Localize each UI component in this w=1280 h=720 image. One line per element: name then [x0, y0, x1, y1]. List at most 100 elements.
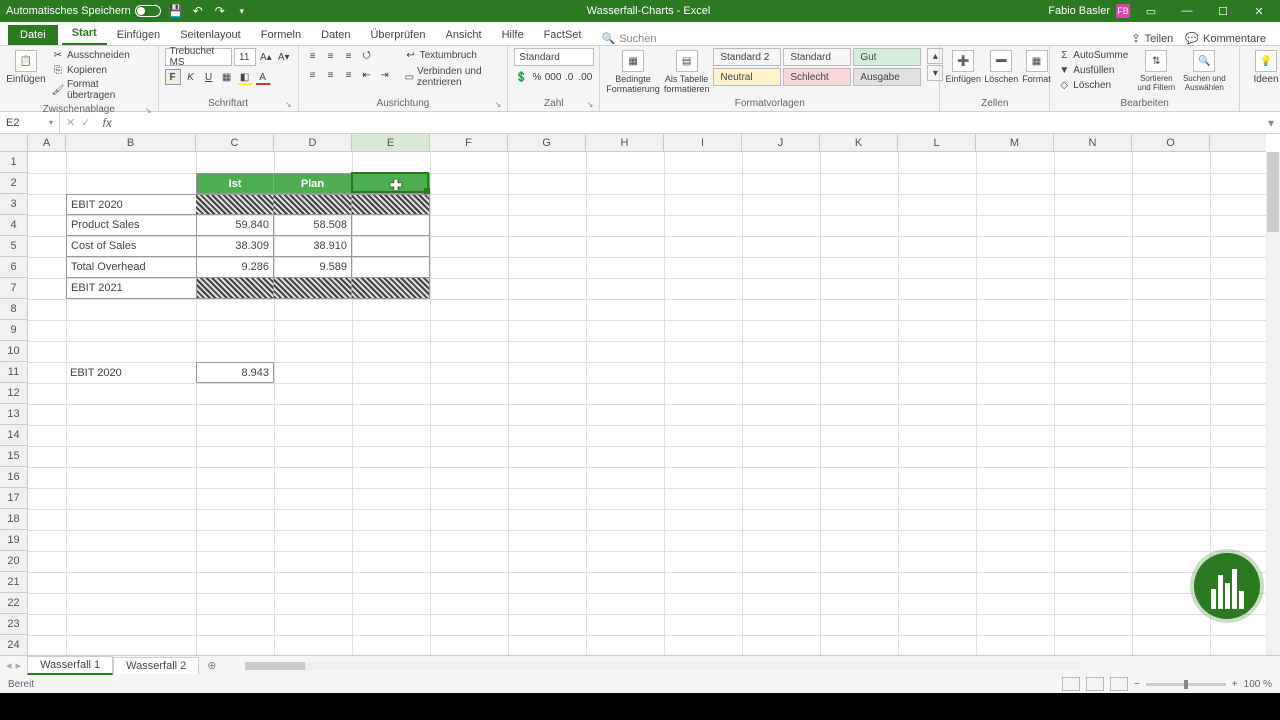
val-c6[interactable]: 9.286	[196, 257, 274, 278]
tab-data[interactable]: Daten	[311, 25, 360, 45]
style-standard[interactable]: Standard	[783, 48, 851, 66]
header-ist[interactable]: Ist	[196, 173, 274, 194]
select-all-corner[interactable]	[0, 134, 28, 152]
val-d4[interactable]: 58.508	[274, 215, 352, 236]
tab-start[interactable]: Start	[62, 23, 107, 45]
font-name-select[interactable]: Trebuchet MS	[165, 48, 232, 66]
row-header-2[interactable]: 2	[0, 173, 27, 194]
align-left-icon[interactable]: ≡	[305, 67, 321, 83]
val-d5[interactable]: 38.910	[274, 236, 352, 257]
comments-button[interactable]: 💬 Kommentare	[1185, 32, 1266, 45]
horizontal-scrollbar[interactable]	[245, 662, 1081, 670]
maximize-icon[interactable]: ☐	[1208, 0, 1238, 22]
row-header-21[interactable]: 21	[0, 572, 27, 593]
style-gut[interactable]: Gut	[853, 48, 921, 66]
accounting-format-icon[interactable]: 💲	[514, 69, 528, 85]
style-standard2[interactable]: Standard 2	[713, 48, 781, 66]
align-top-icon[interactable]: ≡	[305, 48, 321, 64]
row-header-14[interactable]: 14	[0, 425, 27, 446]
hatch[interactable]	[352, 278, 430, 299]
indent-increase-icon[interactable]: ⇥	[377, 67, 393, 83]
style-schlecht[interactable]: Schlecht	[783, 68, 851, 86]
hatch[interactable]	[196, 278, 274, 299]
wrap-text-button[interactable]: ↩Textumbruch	[403, 48, 502, 62]
normal-view-icon[interactable]	[1062, 677, 1080, 691]
indent-decrease-icon[interactable]: ⇤	[359, 67, 375, 83]
row-header-19[interactable]: 19	[0, 530, 27, 551]
col-header-O[interactable]: O	[1132, 134, 1210, 151]
val-c4[interactable]: 59.840	[196, 215, 274, 236]
fx-icon[interactable]: fx	[96, 116, 117, 130]
sheet-tab-1[interactable]: Wasserfall 2	[113, 657, 199, 674]
col-header-N[interactable]: N	[1054, 134, 1132, 151]
align-middle-icon[interactable]: ≡	[323, 48, 339, 64]
hatch[interactable]	[274, 194, 352, 215]
style-ausgabe[interactable]: Ausgabe	[853, 68, 921, 86]
label-ebit2021[interactable]: EBIT 2021	[66, 278, 196, 299]
tab-page-layout[interactable]: Seitenlayout	[170, 25, 251, 45]
user-name[interactable]: Fabio Basler	[1048, 5, 1110, 17]
style-neutral[interactable]: Neutral	[713, 68, 781, 86]
hatch[interactable]	[352, 194, 430, 215]
add-sheet-button[interactable]: ⊕	[199, 659, 224, 672]
col-header-H[interactable]: H	[586, 134, 664, 151]
cut-button[interactable]: ✂Ausschneiden	[50, 48, 152, 62]
format-as-table-button[interactable]: ▤Als Tabelle formatieren	[664, 48, 710, 94]
percent-format-icon[interactable]: %	[531, 69, 543, 85]
col-header-F[interactable]: F	[430, 134, 508, 151]
tab-formulas[interactable]: Formeln	[251, 25, 311, 45]
header-plan[interactable]: Plan	[274, 173, 352, 194]
row-header-24[interactable]: 24	[0, 635, 27, 655]
row-header-9[interactable]: 9	[0, 320, 27, 341]
col-header-I[interactable]: I	[664, 134, 742, 151]
row-header-11[interactable]: 11	[0, 362, 27, 383]
dialog-launcher-icon[interactable]: ↘	[145, 106, 152, 115]
align-right-icon[interactable]: ≡	[341, 67, 357, 83]
vertical-scrollbar[interactable]	[1266, 152, 1280, 655]
page-layout-view-icon[interactable]	[1086, 677, 1104, 691]
row-header-16[interactable]: 16	[0, 467, 27, 488]
dialog-launcher-icon[interactable]: ↘	[587, 100, 594, 109]
increase-font-icon[interactable]: A▴	[258, 49, 274, 65]
fill-button[interactable]: ▼Ausfüllen	[1056, 63, 1130, 77]
row-header-12[interactable]: 12	[0, 383, 27, 404]
row-header-1[interactable]: 1	[0, 152, 27, 173]
align-bottom-icon[interactable]: ≡	[341, 48, 357, 64]
number-format-select[interactable]: Standard	[514, 48, 594, 66]
decrease-decimal-icon[interactable]: .00	[577, 69, 593, 85]
expand-formula-bar-icon[interactable]: ▾	[1262, 116, 1280, 130]
val-c11[interactable]: 8.943	[196, 362, 274, 383]
delete-cells-button[interactable]: ➖Löschen	[984, 48, 1018, 84]
minimize-icon[interactable]: —	[1172, 0, 1202, 22]
font-color-button[interactable]: A	[255, 69, 271, 85]
col-header-M[interactable]: M	[976, 134, 1054, 151]
comma-format-icon[interactable]: 000	[545, 69, 561, 85]
row-header-20[interactable]: 20	[0, 551, 27, 572]
row-header-4[interactable]: 4	[0, 215, 27, 236]
dialog-launcher-icon[interactable]: ↘	[285, 100, 292, 109]
increase-decimal-icon[interactable]: .0	[563, 69, 575, 85]
row-header-6[interactable]: 6	[0, 257, 27, 278]
spreadsheet-grid[interactable]: ABCDEFGHIJKLMNO 123456789101112131415161…	[0, 134, 1280, 655]
row-header-5[interactable]: 5	[0, 236, 27, 257]
col-header-C[interactable]: C	[196, 134, 274, 151]
col-header-K[interactable]: K	[820, 134, 898, 151]
sort-filter-button[interactable]: ⇅Sortieren und Filtern	[1134, 48, 1178, 92]
empty-e4[interactable]	[352, 215, 430, 236]
merge-center-button[interactable]: ▭Verbinden und zentrieren	[403, 65, 502, 89]
label-ebit2020-2[interactable]: EBIT 2020	[66, 362, 196, 383]
save-icon[interactable]: 💾	[169, 4, 183, 18]
row-header-23[interactable]: 23	[0, 614, 27, 635]
tab-insert[interactable]: Einfügen	[107, 25, 170, 45]
empty-e5[interactable]	[352, 236, 430, 257]
row-header-13[interactable]: 13	[0, 404, 27, 425]
underline-button[interactable]: U	[201, 69, 217, 85]
undo-icon[interactable]: ↶	[191, 4, 205, 18]
format-painter-button[interactable]: 🖌Format übertragen	[50, 78, 152, 102]
italic-button[interactable]: K	[183, 69, 199, 85]
ideas-button[interactable]: 💡Ideen	[1246, 48, 1280, 85]
row-header-3[interactable]: 3	[0, 194, 27, 215]
val-c5[interactable]: 38.309	[196, 236, 274, 257]
row-header-22[interactable]: 22	[0, 593, 27, 614]
format-cells-button[interactable]: ▦Format	[1022, 48, 1051, 84]
